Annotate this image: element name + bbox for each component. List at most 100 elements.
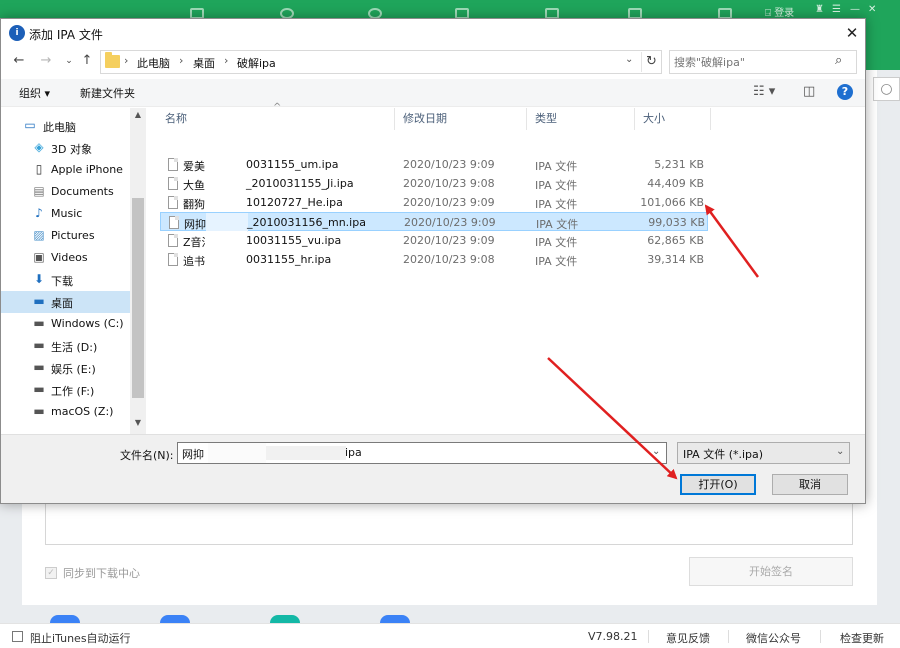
scroll-up-icon[interactable]: ▲ [130, 110, 146, 124]
file-row[interactable]: 翻狗 10120727_He.ipa 2020/10/23 9:09 IPA 文… [160, 193, 708, 212]
breadcrumb-folder[interactable]: 破解ipa [237, 55, 276, 71]
nav-item-drive-f[interactable]: ▬ 工作 (F:) [1, 379, 130, 401]
open-button[interactable]: 打开(O) [680, 474, 756, 495]
forward-arrow-icon[interactable]: → [38, 53, 54, 69]
help-icon[interactable]: ? [837, 84, 853, 100]
drive-icon: ▬ [33, 316, 45, 330]
close-dialog-button[interactable]: ✕ [841, 23, 863, 43]
search-box[interactable]: ⌕ [669, 50, 857, 74]
file-row[interactable]: 大鱼 _2010031155_Ji.ipa 2020/10/23 9:08 IP… [160, 174, 708, 193]
wechat-link[interactable]: 微信公众号 [746, 630, 801, 646]
close-app-icon[interactable]: ✕ [868, 4, 876, 15]
nav-item-label: Videos [51, 251, 88, 264]
file-name-suffix: 10031155_vu.ipa [246, 234, 342, 247]
file-row-selected[interactable]: 网抑 _2010031156_mn.ipa 2020/10/23 9:09 IP… [160, 212, 708, 232]
file-size: 101,066 KB [640, 196, 704, 209]
address-dropdown-icon[interactable]: ⌄ [625, 54, 633, 65]
start-sign-button[interactable]: 开始签名 [689, 557, 853, 586]
nav-item-label: 桌面 [51, 297, 73, 310]
filename-label: 文件名(N): [120, 449, 174, 462]
nav-item-apple-iphone[interactable]: ▯ Apple iPhone [1, 159, 130, 181]
nav-item-desktop[interactable]: ▬ 桌面 [1, 291, 130, 313]
nav-item-drive-e[interactable]: ▬ 娱乐 (E:) [1, 357, 130, 379]
nav-item-music[interactable]: ♪ Music [1, 203, 130, 225]
block-itunes-label: 阻止iTunes自动运行 [30, 632, 131, 645]
nav-item-drive-z[interactable]: ▬ macOS (Z:) [1, 401, 130, 423]
file-name: 网抑 [184, 218, 206, 231]
sync-label: 同步到下载中心 [63, 567, 140, 580]
back-arrow-icon[interactable]: ← [11, 53, 27, 69]
search-icon[interactable]: ⌕ [835, 53, 842, 68]
column-type[interactable]: 类型 [527, 108, 635, 130]
file-type: IPA 文件 [535, 198, 578, 211]
column-size[interactable]: 大小 [635, 108, 711, 130]
breadcrumb-separator: › [179, 54, 184, 67]
scroll-down-icon[interactable]: ▼ [130, 418, 146, 432]
file-date: 2020/10/23 9:09 [404, 216, 496, 229]
divider [728, 630, 729, 643]
redacted-area [205, 193, 247, 212]
app-bottom-icons [22, 605, 877, 625]
breadcrumb-separator: › [224, 54, 229, 67]
dialog-titlebar[interactable]: i 添加 IPA 文件 ✕ [1, 19, 865, 47]
file-list: ^ 名称 修改日期 类型 大小 爱美 0031155_um.ipa 2020/1… [149, 102, 865, 434]
up-arrow-icon[interactable]: ↑ [79, 53, 95, 69]
search-input[interactable] [674, 54, 829, 70]
file-icon [168, 234, 178, 247]
nav-item-drive-c[interactable]: ▬ Windows (C:) [1, 313, 130, 335]
nav-item-label: 工作 (F:) [51, 385, 95, 398]
minimize-icon[interactable]: — [850, 4, 860, 15]
refresh-icon[interactable]: ↻ [641, 52, 661, 72]
organize-button[interactable]: 组织 ▾ [19, 85, 50, 101]
nav-item-downloads[interactable]: ⬇ 下载 [1, 269, 130, 291]
nav-item-label: 此电脑 [43, 121, 76, 134]
breadcrumb-separator: › [124, 54, 129, 67]
breadcrumb-this-pc[interactable]: 此电脑 [137, 55, 170, 71]
file-row[interactable]: Z音泛 10031155_vu.ipa 2020/10/23 9:09 IPA … [160, 231, 708, 250]
check-update-link[interactable]: 检查更新 [840, 630, 884, 646]
nav-item-label: macOS (Z:) [51, 405, 114, 418]
file-name: 追书 [183, 255, 205, 268]
download-icon: ⬇ [33, 272, 45, 286]
file-size: 44,409 KB [647, 177, 704, 190]
file-row[interactable]: 爱美 0031155_um.ipa 2020/10/23 9:09 IPA 文件… [160, 155, 708, 174]
login-link[interactable]: ⍈ 登录 [765, 4, 794, 19]
file-row[interactable]: 追书 0031155_hr.ipa 2020/10/23 9:08 IPA 文件… [160, 250, 708, 269]
filename-value: 网抑 [182, 448, 204, 461]
view-options-icon[interactable]: ☷ ▾ [753, 84, 775, 99]
cancel-button[interactable]: 取消 [772, 474, 848, 495]
app-search-icon[interactable]: ○ [873, 77, 900, 101]
block-itunes-checkbox[interactable] [12, 631, 23, 642]
chevron-down-icon[interactable]: ⌄ [652, 446, 660, 457]
file-name: 翻狗 [183, 198, 205, 211]
scrollbar-thumb[interactable] [132, 198, 144, 398]
chevron-down-icon[interactable]: ⌄ [836, 446, 844, 457]
nav-item-3d-objects[interactable]: ◈ 3D 对象 [1, 137, 130, 159]
sync-checkbox[interactable]: ✓ 同步到下载中心 [45, 565, 140, 581]
nav-item-drive-d[interactable]: ▬ 生活 (D:) [1, 335, 130, 357]
nav-item-videos[interactable]: ▣ Videos [1, 247, 130, 269]
new-folder-button[interactable]: 新建文件夹 [80, 85, 135, 101]
filetype-select[interactable]: IPA 文件 (*.ipa) ⌄ [677, 442, 850, 464]
column-name[interactable]: 名称 [157, 108, 395, 130]
nav-item-documents[interactable]: ▤ Documents [1, 181, 130, 203]
recent-locations-icon[interactable]: ⌄ [61, 53, 77, 69]
menu-icon[interactable]: ☰ [832, 4, 841, 15]
nav-scrollbar[interactable]: ▲ ▼ [130, 108, 146, 434]
nav-item-this-pc[interactable]: ▭ 此电脑 [1, 115, 130, 137]
preview-pane-icon[interactable]: ◫ [803, 84, 815, 99]
file-icon [168, 158, 178, 171]
address-bar[interactable]: › 此电脑 › 桌面 › 破解ipa ⌄ ↻ [100, 50, 662, 74]
app-file-area[interactable] [45, 500, 853, 545]
nav-item-label: Pictures [51, 229, 95, 242]
nav-item-label: 3D 对象 [51, 143, 92, 156]
computer-icon: ▭ [24, 118, 36, 132]
nav-item-pictures[interactable]: ▨ Pictures [1, 225, 130, 247]
shirt-icon[interactable]: ♜ [815, 4, 824, 15]
file-name-suffix: 0031155_um.ipa [246, 158, 339, 171]
feedback-link[interactable]: 意见反馈 [666, 630, 710, 646]
check-icon[interactable]: ✓ [45, 567, 57, 579]
column-date-modified[interactable]: 修改日期 [395, 108, 527, 130]
filename-input[interactable]: 网抑 ipa ⌄ [177, 442, 667, 464]
breadcrumb-desktop[interactable]: 桌面 [193, 55, 215, 71]
